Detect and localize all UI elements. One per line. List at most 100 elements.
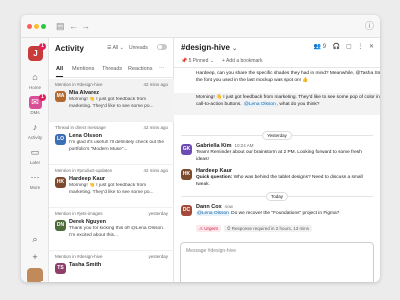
avatar: MA (55, 91, 66, 102)
close-icon[interactable]: ✕ (369, 44, 374, 50)
sender-name-text: Dann Cox (196, 204, 222, 210)
workspace-rail: J 1 ⌂ Home ✉ DMs 1 ♪ Activity ▭ Later ⋯ … (21, 38, 49, 282)
rail-item-home[interactable]: ⌂ Home (21, 71, 49, 90)
member-count: 9 (322, 44, 327, 50)
activity-item[interactable]: Thread in direct message 42 mins ago LO Len… (49, 122, 174, 165)
activity-preview: Morning! 👋 I just got feedback from mark… (69, 183, 154, 195)
more-options-icon[interactable]: ⋮ (357, 44, 363, 50)
activity-item[interactable]: Mention in #product-updates 42 mins ago HK… (49, 165, 174, 208)
chevron-down-icon: ⌄ (232, 46, 238, 52)
activity-preview: Thank you for kicking this off @Lena Ols… (69, 226, 165, 238)
rail-item-search[interactable]: ⌕ (21, 233, 49, 246)
urgent-chip[interactable]: ⚠ Urgent (196, 225, 221, 232)
rail-item-dms[interactable]: ✉ DMs 1 (21, 94, 49, 115)
activity-panel: Activity ☰ All ⌄ Unreads All Mentions Th… (49, 38, 174, 282)
message-composer[interactable]: Message #design-hive ⊕ Aa ☺ @ ➤ ⌄ (180, 242, 374, 282)
sidebar-toggle-icon[interactable]: ▤ (56, 20, 65, 32)
sender-name[interactable]: Dann Cox now (196, 204, 233, 210)
activity-sender: Lena Olsson (69, 133, 103, 139)
rail-label-activity: Activity (27, 135, 43, 140)
presence-indicator (40, 281, 45, 282)
activity-time: 42 mins ago (143, 168, 168, 173)
activity-sender: Mia Alvarez (69, 90, 100, 96)
more-tabs-icon[interactable]: ⋯ (159, 66, 165, 72)
unreads-toggle[interactable] (157, 44, 167, 50)
zoom-window-button[interactable] (41, 24, 46, 29)
channel-title[interactable]: #design-hive ⌄ (181, 43, 237, 52)
activity-time: 42 mins ago (143, 125, 168, 130)
mention-lena-olsson[interactable]: @Lena Olsson (242, 101, 277, 107)
avatar[interactable]: DC (181, 205, 192, 216)
pinned-button[interactable]: 📌 5 Pinned ⌄ (181, 58, 214, 64)
forward-arrow-icon[interactable]: → (81, 20, 90, 32)
rail-label-more: More (29, 185, 41, 190)
user-avatar[interactable] (27, 268, 43, 282)
filter-all-dropdown[interactable]: ☰ All ⌄ (107, 45, 124, 51)
filter-icon: ☰ (107, 45, 112, 51)
channel-name: #design-hive (181, 43, 230, 52)
sender-name[interactable]: Hardeep Kaur (196, 168, 232, 174)
minimize-window-button[interactable] (34, 24, 39, 29)
message-text: Quick question: Who was behind the table… (196, 175, 374, 188)
plus-icon: + (32, 252, 38, 262)
sender-name[interactable]: Gabriella Kim 10:24 AM (196, 143, 253, 149)
filter-all-label: All (112, 45, 119, 51)
canvas-icon[interactable]: ▢ (346, 44, 352, 50)
help-icon[interactable]: ⓘ (365, 20, 374, 32)
activity-context: Mention in #product-updates (55, 168, 113, 173)
more-icon: ⋯ (30, 172, 40, 182)
bell-icon: ♪ (32, 122, 38, 132)
unreads-label: Unreads (129, 45, 148, 51)
activity-item[interactable]: Mention in #design-hive 42 mins ago MA Mia … (49, 79, 174, 122)
rail-item-later[interactable]: ▭ Later (21, 146, 49, 165)
mention-lena-olsson[interactable]: @Lena Olsson (196, 211, 230, 216)
urgent-label: Urgent (204, 226, 218, 231)
rail-item-activity[interactable]: ♪ Activity (21, 121, 49, 140)
tab-mentions[interactable]: Mentions (72, 66, 94, 72)
composer-placeholder[interactable]: Message #design-hive (186, 248, 236, 254)
close-window-button[interactable] (27, 24, 32, 29)
message-quoted: Morning! 👋 I just got feedback from mark… (174, 93, 380, 115)
rail-item-create[interactable]: + (21, 251, 49, 264)
rail-label-later: Later (29, 160, 41, 165)
tab-all[interactable]: All (56, 66, 64, 77)
rail-item-more[interactable]: ⋯ More (21, 171, 49, 190)
date-label[interactable]: Yesterday (262, 131, 292, 140)
channel-panel: #design-hive ⌄ 👥 9 🎧 ▢ ⋮ ✕ 📌 5 Pinned ⌄ … (174, 38, 380, 282)
avatar[interactable]: HK (181, 169, 192, 180)
activity-context: Thread in direct message (55, 125, 106, 130)
home-icon: ⌂ (32, 72, 38, 82)
search-icon: ⌕ (32, 234, 38, 244)
sender-name-text: Gabriella Kim (196, 143, 232, 149)
avatar: TS (55, 263, 66, 274)
activity-sender: Tasha Smith (69, 262, 102, 268)
tab-threads[interactable]: Threads (102, 66, 122, 72)
response-label: Response required in 2 hours, 13 mins (231, 226, 310, 231)
add-bookmark-button[interactable]: + Add a bookmark (222, 58, 262, 64)
activity-time: yesterday (148, 254, 168, 259)
message-text: Hardeep, can you share the specific shad… (196, 71, 380, 83)
date-divider-today: Today (181, 192, 373, 201)
avatar[interactable]: GK (181, 144, 192, 155)
tab-reactions[interactable]: Reactions (128, 66, 152, 72)
avatar: HK (55, 177, 66, 188)
message-time: now (224, 204, 233, 209)
members-icon[interactable]: 👥 9 (314, 44, 326, 50)
app-window: ▤ ← → ⓘ J 1 ⌂ Home ✉ DMs 1 ♪ Activity ▭ … (21, 15, 380, 282)
date-divider-yesterday: Yesterday (181, 131, 373, 140)
avatar: LO (55, 134, 66, 145)
activity-preview: I'm glad it's useful! I'll definitely ch… (69, 140, 165, 152)
activity-item[interactable]: Mention in #jets-images yesterday DN Derek … (49, 208, 174, 251)
activity-preview: Morning! 👋 I just got feedback from mark… (69, 97, 154, 109)
date-label[interactable]: Today (265, 192, 289, 201)
headphones-icon[interactable]: 🎧 (333, 44, 340, 50)
activity-context: Mention in #design-hive (55, 82, 103, 87)
response-chip[interactable]: ⏱ Response required in 2 hours, 13 mins (224, 225, 313, 232)
message-time: 10:24 AM (234, 143, 254, 148)
back-arrow-icon[interactable]: ← (69, 20, 78, 32)
message-text: Team! Reminder about our brainstorm at 2… (196, 150, 362, 162)
activity-item[interactable]: Mention in #design-hive yesterday TS Tasha … (49, 251, 174, 282)
activity-context: Mention in #jets-images (55, 211, 103, 216)
channel-actions: 👥 9 🎧 ▢ ⋮ ✕ (314, 43, 374, 50)
bookmark-icon: ▭ (30, 147, 40, 157)
